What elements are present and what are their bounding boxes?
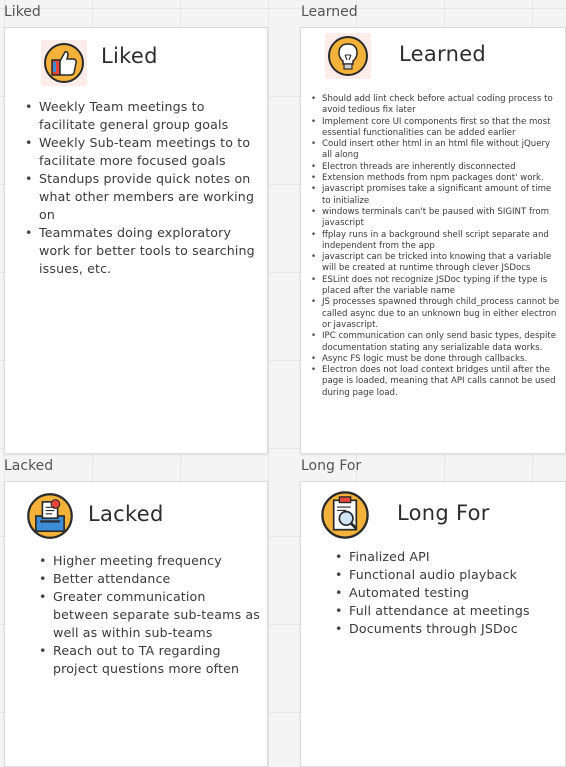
list-item: Reach out to TA regarding project questi… [37, 642, 261, 678]
list-item: Documents through JSDoc [333, 620, 559, 638]
list-item: Full attendance at meetings [333, 602, 559, 620]
list-item: Functional audio playback [333, 566, 559, 584]
clipboard-search-icon [319, 489, 369, 539]
list-item: Extension methods from npm packages dont… [310, 173, 560, 185]
list-item: javascript can be tricked into knowing t… [310, 252, 560, 275]
liked-list: Weekly Team meetings to facilitate gener… [23, 98, 259, 278]
list-item: Teammates doing exploratory work for bet… [23, 224, 259, 278]
card-liked[interactable]: Liked Weekly Team meetings to facilitate… [4, 27, 268, 454]
card-title-long-for: Long For [397, 501, 490, 525]
list-item: Electron does not load context bridges u… [310, 365, 560, 399]
list-item: ESLint does not recognize JSDoc typing i… [310, 275, 560, 298]
list-item: Implement core UI components first so th… [310, 117, 560, 140]
list-item: ffplay runs in a background shell script… [310, 230, 560, 253]
list-item: Async FS logic must be done through call… [310, 354, 560, 366]
list-item: Better attendance [37, 570, 261, 588]
card-learned[interactable]: Learned Should add lint check before act… [300, 27, 566, 454]
list-item: Finalized API [333, 548, 559, 566]
lacked-list: Higher meeting frequency Better attendan… [37, 552, 261, 678]
card-title-liked: Liked [101, 44, 158, 68]
list-item: Standups provide quick notes on what oth… [23, 170, 259, 224]
long-for-list: Finalized API Functional audio playback … [333, 548, 559, 638]
list-item: JS processes spawned through child_proce… [310, 297, 560, 331]
learned-list: Should add lint check before actual codi… [310, 94, 560, 399]
ballot-box-icon [25, 491, 73, 539]
list-item: Greater communication between separate s… [37, 588, 261, 642]
list-item: Should add lint check before actual codi… [310, 94, 560, 117]
thumbs-up-icon [41, 40, 87, 86]
list-item: Higher meeting frequency [37, 552, 261, 570]
list-item: Weekly Sub-team meetings to to facilitat… [23, 134, 259, 170]
section-label-learned: Learned [301, 4, 358, 20]
list-item: javascript promises take a significant a… [310, 184, 560, 207]
section-label-long-for: Long For [301, 458, 362, 474]
card-title-lacked: Lacked [88, 502, 164, 526]
lightbulb-icon [325, 33, 371, 79]
section-label-lacked: Lacked [4, 458, 54, 474]
list-item: IPC communication can only send basic ty… [310, 331, 560, 354]
list-item: Could insert other html in an html file … [310, 139, 560, 162]
card-lacked[interactable]: Lacked Higher meeting frequency Better a… [4, 481, 268, 767]
list-item: windows terminals can't be paused with S… [310, 207, 560, 230]
section-label-liked: Liked [4, 4, 41, 20]
card-title-learned: Learned [399, 42, 487, 66]
list-item: Weekly Team meetings to facilitate gener… [23, 98, 259, 134]
list-item: Automated testing [333, 584, 559, 602]
list-item: Electron threads are inherently disconne… [310, 162, 560, 174]
card-long-for[interactable]: Long For Finalized API Functional audio … [300, 481, 566, 767]
